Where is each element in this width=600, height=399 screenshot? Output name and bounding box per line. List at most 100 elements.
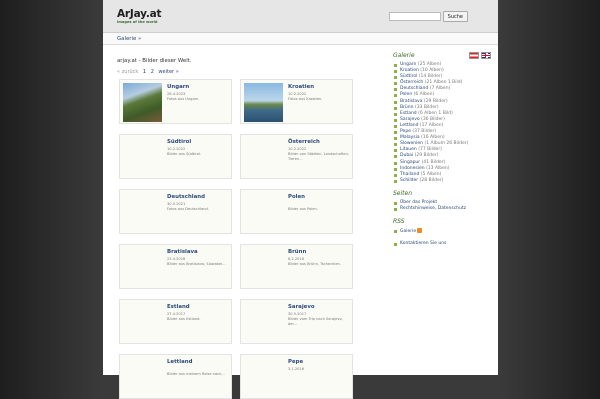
- album-description: Bilder aus meinem Reise nach...: [167, 372, 225, 376]
- sidebar-seiten-list: Über das Projekt Rechtshinweise, Datensch…: [393, 200, 493, 212]
- sidebar-item-label[interactable]: Estland: [400, 111, 417, 116]
- album-thumbnail-kroatien[interactable]: [244, 83, 283, 122]
- sidebar-contact-link-label[interactable]: Kontaktieren Sie uns: [400, 241, 446, 246]
- sidebar-item-label[interactable]: Deutschland: [400, 86, 428, 91]
- sidebar: Galerie Ungarn (25 Alben) Kroatien (10 Al…: [393, 52, 493, 247]
- album-title[interactable]: Sarajevo: [288, 304, 315, 310]
- album-description: Bilder von Städten, Landschaften, Tieren…: [288, 152, 350, 161]
- album-date: 8.2.2018: [288, 257, 305, 261]
- sidebar-item-count: (77 Bilder): [418, 147, 442, 153]
- pager-next[interactable]: weiter »: [158, 69, 178, 75]
- sidebar-item-count: (41 Bilder): [421, 159, 446, 165]
- album-title[interactable]: Österreich: [288, 139, 320, 145]
- sidebar-item-label[interactable]: Malaysia: [400, 135, 420, 140]
- site-title[interactable]: ArJay.at: [117, 9, 162, 20]
- sidebar-item[interactable]: Schilder (28 Bilder): [393, 178, 493, 184]
- sidebar-seiten-heading: Seiten: [393, 189, 413, 197]
- album-title[interactable]: Brünn: [288, 249, 306, 255]
- sidebar-item-count: (29 Bilder): [414, 153, 439, 159]
- album-title[interactable]: Kroatien: [288, 84, 314, 90]
- album-date: 3.1.2016: [288, 367, 305, 371]
- album-title[interactable]: Estland: [167, 304, 190, 310]
- album-date: 10.2.2022: [288, 147, 307, 151]
- sidebar-item-label[interactable]: Österreich: [400, 80, 423, 85]
- sidebar-item-count: (6 Alben): [413, 92, 435, 98]
- sidebar-item-count: (37 Bilder): [412, 129, 437, 135]
- sidebar-contact-link[interactable]: Kontaktieren Sie uns: [393, 241, 493, 247]
- album-title[interactable]: Lettland: [167, 359, 192, 365]
- sidebar-item-count: (14 Bilder): [418, 74, 443, 80]
- album-card[interactable]: Sarajevo 30.5.2017 Bilder vom Trip nach Sa…: [240, 299, 353, 344]
- sidebar-page-link-label[interactable]: Über das Projekt: [400, 200, 437, 205]
- sidebar-item-label[interactable]: Bratislava: [400, 99, 422, 104]
- sidebar-item-label[interactable]: Lettland: [400, 123, 418, 128]
- search-input[interactable]: [388, 12, 441, 21]
- album-card[interactable]: Deutschland 30.5.2021 Fotos aus Deutschlan…: [119, 189, 232, 234]
- album-card[interactable]: Kroatien 10.2.2022 Fotos aus Kroatien.: [240, 79, 353, 124]
- album-title[interactable]: Pepe: [288, 359, 303, 365]
- album-description: Fotos aus Deutschland.: [167, 207, 209, 211]
- album-title[interactable]: Polen: [288, 194, 305, 200]
- sidebar-item-label[interactable]: Litauen: [400, 147, 417, 152]
- album-description: Bilder aus Polen.: [288, 207, 318, 211]
- sidebar-page-link-label[interactable]: Rechtshinweise, Datenschutz: [400, 206, 466, 211]
- sidebar-item-count: (10 Alben): [420, 68, 444, 74]
- flag-uk-icon[interactable]: [481, 52, 491, 59]
- sidebar-item-label[interactable]: Südtirol: [400, 74, 417, 79]
- sidebar-item-label[interactable]: Slowenien: [400, 141, 423, 146]
- sidebar-item-label[interactable]: Indonesien: [400, 166, 425, 171]
- breadcrumb-galerie-link[interactable]: Galerie »: [117, 36, 141, 42]
- album-title[interactable]: Bratislava: [167, 249, 198, 255]
- main-content: arjay.at - Bilder dieser Welt. « zurück …: [117, 55, 382, 399]
- sidebar-item-label[interactable]: Polen: [400, 92, 412, 97]
- album-card[interactable]: Lettland Bilder aus meinem Reise nach...: [119, 354, 232, 399]
- sidebar-galerie-list: Ungarn (25 Alben) Kroatien (10 Alben) Südt…: [393, 62, 493, 184]
- sidebar-item-label[interactable]: Dubai: [400, 153, 413, 158]
- sidebar-item-count: (33 Bilder): [414, 104, 439, 110]
- pager-page-2[interactable]: 2: [151, 69, 154, 75]
- album-title[interactable]: Deutschland: [167, 194, 205, 200]
- site-header: ArJay.at images of the world Suche: [103, 0, 498, 33]
- sidebar-item-label[interactable]: Brünn: [400, 105, 414, 110]
- search-box: Suche: [388, 11, 468, 22]
- album-date: 10.2.2022: [288, 92, 307, 96]
- sidebar-rss-link-label[interactable]: Galerie: [400, 229, 416, 234]
- album-date: 30.5.2021: [167, 202, 186, 206]
- sidebar-item-count: (36 Bilder): [421, 116, 445, 122]
- sidebar-rss-list: Galerie: [393, 228, 493, 235]
- album-description: Bilder aus Brünn, Tschechien.: [288, 262, 341, 266]
- sidebar-item-count: (17 Alben): [419, 122, 444, 128]
- sidebar-item-count: (5 Alben): [420, 171, 442, 177]
- sidebar-item-count: (21 Alben 1 Bild): [424, 80, 463, 86]
- flag-at-icon[interactable]: [469, 52, 479, 59]
- album-title[interactable]: Südtirol: [167, 139, 191, 145]
- album-card[interactable]: Pepe 3.1.2016: [240, 354, 353, 399]
- sidebar-item-label[interactable]: Ungarn: [400, 62, 416, 67]
- album-card[interactable]: Ungarn 26.4.2023 Fotos aus Ungarn.: [119, 79, 232, 124]
- sidebar-rss-link[interactable]: Galerie: [393, 228, 493, 235]
- sidebar-item-label[interactable]: Kroatien: [400, 68, 419, 73]
- rss-icon[interactable]: [417, 228, 423, 234]
- sidebar-item-count: (28 Bilder): [419, 177, 444, 183]
- album-date: 10.2.2022: [167, 147, 186, 151]
- sidebar-item-label[interactable]: Sarajevo: [400, 117, 420, 122]
- sidebar-item-label[interactable]: Singapur: [400, 160, 420, 165]
- album-card[interactable]: Bratislava 23.4.2018 Bilder aus Bratislava…: [119, 244, 232, 289]
- sidebar-item-label[interactable]: Pepe: [400, 129, 411, 134]
- album-title[interactable]: Ungarn: [167, 84, 189, 90]
- album-card[interactable]: Südtirol 10.2.2022 Bilder aus Südtirol.: [119, 134, 232, 179]
- sidebar-item-count: (1 Album 26 Bilder): [424, 141, 469, 147]
- album-card[interactable]: Polen Bilder aus Polen.: [240, 189, 353, 234]
- album-description: Fotos aus Kroatien.: [288, 97, 323, 101]
- search-button[interactable]: Suche: [442, 11, 468, 22]
- album-card[interactable]: Brünn 8.2.2018 Bilder aus Brünn, Tschechie…: [240, 244, 353, 289]
- site-logo[interactable]: ArJay.at images of the world: [117, 9, 162, 25]
- sidebar-item-label[interactable]: Schilder: [400, 178, 418, 183]
- album-thumbnail-ungarn[interactable]: [123, 83, 162, 122]
- album-description: Bilder aus Estland.: [167, 317, 201, 321]
- sidebar-item-label[interactable]: Thailand: [400, 172, 419, 177]
- album-card[interactable]: Estland 27.4.2017 Bilder aus Estland.: [119, 299, 232, 344]
- sidebar-page-link[interactable]: Rechtshinweise, Datenschutz: [393, 206, 493, 212]
- breadcrumb: Galerie »: [103, 33, 498, 45]
- album-card[interactable]: Österreich 10.2.2022 Bilder von Städten, L…: [240, 134, 353, 179]
